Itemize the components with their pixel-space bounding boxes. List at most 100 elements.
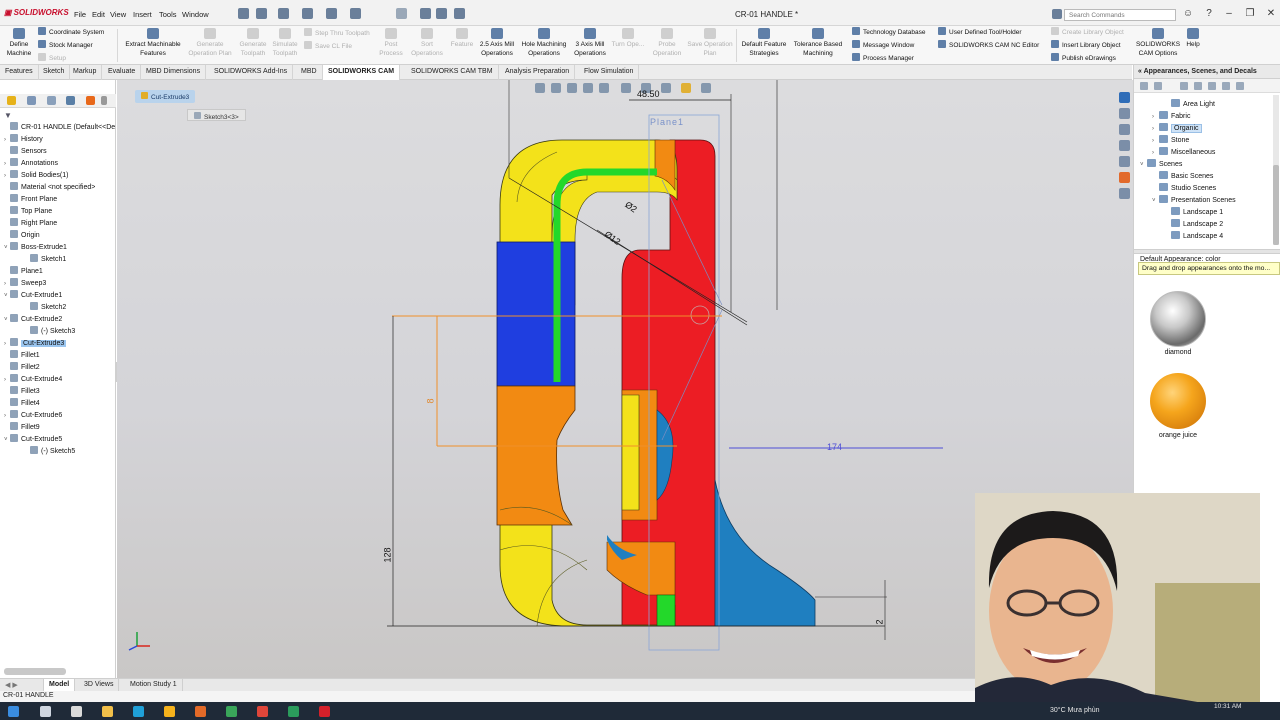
weather-widget[interactable]: 30°C Mưa phùn xyxy=(1050,707,1100,714)
property-manager-icon[interactable] xyxy=(27,96,36,105)
new-document-icon[interactable] xyxy=(256,8,267,19)
insert-library-object-button[interactable]: Insert Library Object xyxy=(1051,40,1121,49)
add-folder-icon[interactable] xyxy=(1194,82,1202,90)
file-explorer-icon[interactable] xyxy=(102,706,113,717)
stock-manager-button[interactable]: Stock Manager xyxy=(38,40,93,49)
app-icon[interactable] xyxy=(164,706,175,717)
solidworks-logo[interactable]: SOLIDWORKS xyxy=(4,8,69,17)
technology-database-button[interactable]: Technology Database xyxy=(852,27,926,36)
menu-window[interactable]: Window xyxy=(182,10,209,19)
pane-splitter[interactable] xyxy=(1134,249,1280,254)
dimension-128[interactable]: 128 xyxy=(383,547,393,562)
appearance-tree-item[interactable]: ˅ Presentation Scenes xyxy=(1152,195,1236,207)
tree-item[interactable]: (-) Sketch3 xyxy=(24,326,75,337)
cam-options-button[interactable]: SOLIDWORKS CAM Options xyxy=(1134,26,1182,58)
orange-juice-swatch[interactable] xyxy=(1150,373,1206,429)
tab-3d-views[interactable]: 3D Views xyxy=(79,679,120,691)
diamond-swatch[interactable] xyxy=(1150,291,1206,347)
tree-item[interactable]: › Sweep3 xyxy=(4,278,46,289)
tree-item[interactable]: › Cut-Extrude3 xyxy=(4,338,67,349)
appearance-tree-item[interactable]: Basic Scenes xyxy=(1152,171,1213,183)
tree-item[interactable]: ˅ Cut-Extrude2 xyxy=(4,314,62,325)
tree-item[interactable]: Material <not specified> xyxy=(4,182,95,193)
forward-icon[interactable] xyxy=(1154,82,1162,90)
forum-icon[interactable] xyxy=(1119,188,1130,199)
tree-item[interactable]: (-) Sketch5 xyxy=(24,446,75,457)
plane1-label[interactable]: Plane1 xyxy=(650,117,684,127)
help-icon[interactable]: ? xyxy=(1202,8,1216,19)
home-icon[interactable] xyxy=(1180,82,1188,90)
generate-plan-button[interactable]: Generate Operation Plan xyxy=(186,26,234,58)
clock[interactable]: 10:31 AM xyxy=(1214,703,1241,710)
menu-tools[interactable]: Tools xyxy=(159,10,177,19)
save-operation-plan-button[interactable]: Save Operation Plan xyxy=(686,26,734,58)
save-icon[interactable] xyxy=(302,8,313,19)
dimension-left[interactable]: 8 xyxy=(426,398,436,403)
appearances-icon[interactable] xyxy=(1119,172,1130,183)
expand-toggle-icon[interactable]: ˅ xyxy=(1140,159,1147,171)
define-machine-button[interactable]: Define Machine xyxy=(2,26,36,58)
user-defined-tool-button[interactable]: User Defined Tool/Holder xyxy=(938,27,1022,36)
chrome-icon[interactable] xyxy=(257,706,268,717)
save-cl-file-button[interactable]: Save CL File xyxy=(304,41,352,50)
tree-item[interactable]: Origin xyxy=(4,230,40,241)
tree-item[interactable]: Right Plane xyxy=(4,218,57,229)
generate-toolpath-button[interactable]: Generate Toolpath xyxy=(236,26,270,58)
axis25-mill-button[interactable]: 2.5 Axis Mill Operations xyxy=(476,26,518,58)
appearance-tree-item[interactable]: › Fabric xyxy=(1152,111,1190,123)
default-strategies-button[interactable]: Default Feature Strategies xyxy=(739,26,789,58)
step-thru-toolpath-button[interactable]: Step Thru Toolpath xyxy=(304,28,370,37)
sort-operations-button[interactable]: Sort Operations xyxy=(408,26,446,58)
tree-item[interactable]: Sketch1 xyxy=(24,254,66,265)
tree-item[interactable]: Front Plane xyxy=(4,194,57,205)
message-window-button[interactable]: Message Window xyxy=(852,40,914,49)
tab-solidworks-cam[interactable]: SOLIDWORKS CAM xyxy=(323,65,401,80)
expand-toggle-icon[interactable]: › xyxy=(1152,111,1159,123)
home-icon[interactable] xyxy=(238,8,249,19)
simulate-toolpath-button[interactable]: Simulate Toolpath xyxy=(268,26,302,58)
appearance-tree-item[interactable]: Studio Scenes xyxy=(1152,183,1216,195)
tab-model[interactable]: Model xyxy=(44,679,76,691)
custom-properties-icon[interactable] xyxy=(1119,156,1130,167)
dimension-48-50[interactable]: 48.50 xyxy=(637,89,660,99)
appearance-tree-item[interactable]: Landscape 1 xyxy=(1164,207,1223,219)
configuration-icon[interactable] xyxy=(47,96,56,105)
tab-add-ins[interactable]: SOLIDWORKS Add-Ins xyxy=(209,65,294,80)
search-commands-icon[interactable] xyxy=(1052,9,1062,19)
tab-sketch[interactable]: Sketch xyxy=(38,65,71,80)
search-commands-input[interactable]: Search Commands xyxy=(1064,9,1176,21)
file-properties-icon[interactable] xyxy=(436,8,447,19)
tab-mbd[interactable]: MBD xyxy=(296,65,323,80)
tree-item[interactable]: › Cut-Extrude6 xyxy=(4,410,62,421)
select-icon[interactable] xyxy=(396,8,407,19)
tab-mbd-dimensions[interactable]: MBD Dimensions xyxy=(141,65,207,80)
display-manager-icon[interactable] xyxy=(86,96,95,105)
coordinate-system-button[interactable]: Coordinate System xyxy=(38,27,104,36)
expand-toggle-icon[interactable]: ˅ xyxy=(1152,195,1159,207)
expand-toggle-icon[interactable]: › xyxy=(1152,135,1159,147)
search-icon[interactable] xyxy=(40,706,51,717)
tree-item[interactable]: › Solid Bodies(1) xyxy=(4,170,68,181)
menu-edit[interactable]: Edit xyxy=(92,10,105,19)
app-icon[interactable] xyxy=(226,706,237,717)
menu-file[interactable]: File xyxy=(74,10,86,19)
pin-icon[interactable] xyxy=(1236,82,1244,90)
tree-item[interactable]: Fillet9 xyxy=(4,422,40,433)
tab-markup[interactable]: Markup xyxy=(68,65,103,80)
tree-item[interactable]: › Cut-Extrude4 xyxy=(4,374,62,385)
close-icon[interactable]: ✕ xyxy=(1264,8,1278,19)
options-gear-icon[interactable] xyxy=(454,8,465,19)
task-view-icon[interactable] xyxy=(71,706,82,717)
feature-tree-icon[interactable] xyxy=(7,96,16,105)
appearance-tree-item[interactable]: Landscape 2 xyxy=(1164,219,1223,231)
axis3-mill-button[interactable]: 3 Axis Mill Operations xyxy=(570,26,610,58)
tolerance-machining-button[interactable]: Tolerance Based Machining xyxy=(791,26,845,58)
appearance-tree-item[interactable]: Area Light xyxy=(1164,99,1215,111)
tree-item[interactable]: › History xyxy=(4,134,43,145)
appearance-tree-item[interactable]: › Stone xyxy=(1152,135,1189,147)
menu-view[interactable]: View xyxy=(110,10,126,19)
undo-icon[interactable] xyxy=(350,8,361,19)
publish-edrawings-button[interactable]: Publish eDrawings xyxy=(1051,53,1116,62)
solidworks-resources-icon[interactable] xyxy=(1119,92,1130,103)
appearance-tree-item[interactable]: › Organic xyxy=(1152,123,1202,135)
